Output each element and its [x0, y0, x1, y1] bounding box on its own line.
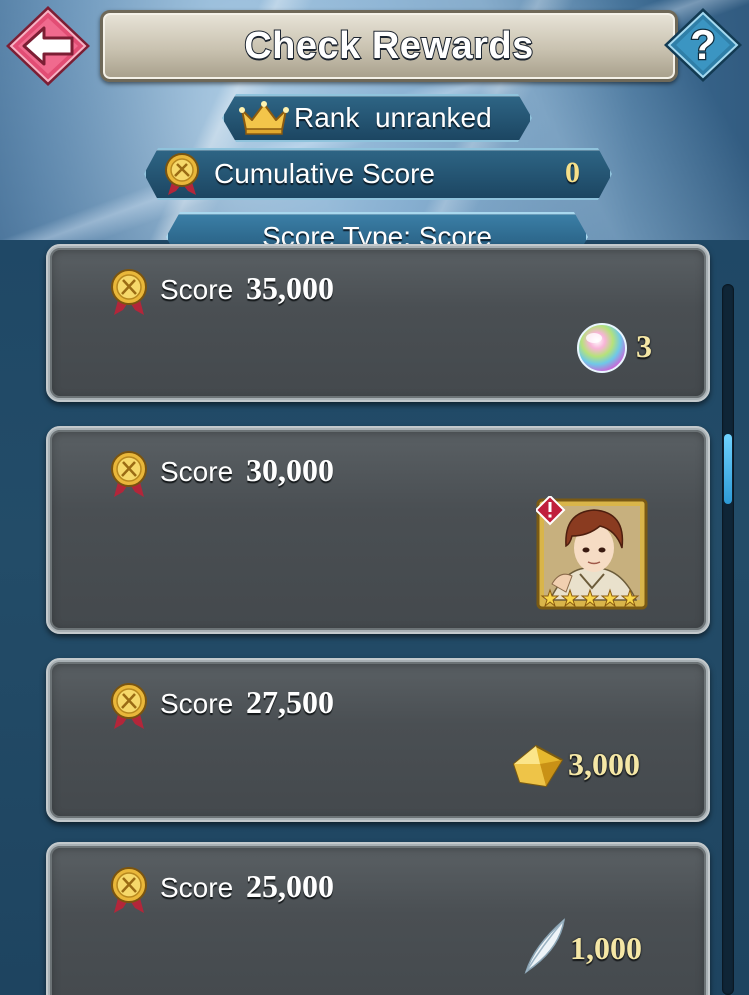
help-icon: ?	[664, 8, 742, 82]
medal-icon	[160, 152, 204, 196]
crown-icon	[238, 100, 290, 136]
hero-portrait-icon[interactable]	[534, 494, 648, 612]
crystal-icon	[513, 745, 563, 787]
reward-card: Score 30,000	[46, 426, 710, 634]
cumulative-score-bar: Cumulative Score 0	[144, 148, 612, 200]
cumulative-score-label: Cumulative Score	[214, 158, 435, 189]
reward-card: Score 25,000 1,000	[46, 842, 710, 995]
medal-icon	[111, 451, 147, 497]
score-label: Score	[160, 456, 234, 487]
score-label: Score	[160, 274, 234, 305]
score-value: 25,000	[246, 868, 334, 904]
title-plate: Check Rewards	[100, 10, 678, 82]
help-label: ?	[690, 21, 716, 68]
hero-portrait	[534, 494, 648, 610]
score-value: 35,000	[246, 270, 334, 306]
rank-label: Rank	[294, 102, 360, 133]
score-label: Score	[160, 872, 234, 903]
medal-icon	[111, 683, 147, 729]
score-value: 30,000	[246, 452, 334, 488]
feather-icon	[524, 918, 566, 974]
back-arrow-icon	[6, 6, 90, 86]
page-title: Check Rewards	[243, 24, 534, 68]
medal-icon	[111, 867, 147, 913]
cumulative-score-value: 0	[565, 156, 580, 189]
reward-card: Score 35,000 3	[46, 244, 710, 402]
reward-quantity: 3	[636, 328, 652, 364]
medal-icon	[111, 269, 147, 315]
reward-card: Score 27,500 3,000	[46, 658, 710, 822]
reward-quantity: 3,000	[568, 746, 640, 782]
scrollbar-thumb[interactable]	[724, 434, 732, 504]
score-value: 27,500	[246, 684, 334, 720]
reward-quantity: 1,000	[570, 930, 642, 966]
rank-value: unranked	[374, 102, 492, 133]
scrollbar-track[interactable]	[722, 284, 734, 995]
rank-badge: Rank unranked	[222, 94, 532, 142]
orb-icon	[577, 323, 627, 373]
rank-text: Rank unranked	[294, 102, 492, 134]
help-button[interactable]: ?	[662, 6, 744, 84]
score-label: Score	[160, 688, 234, 719]
back-button[interactable]	[2, 4, 94, 88]
